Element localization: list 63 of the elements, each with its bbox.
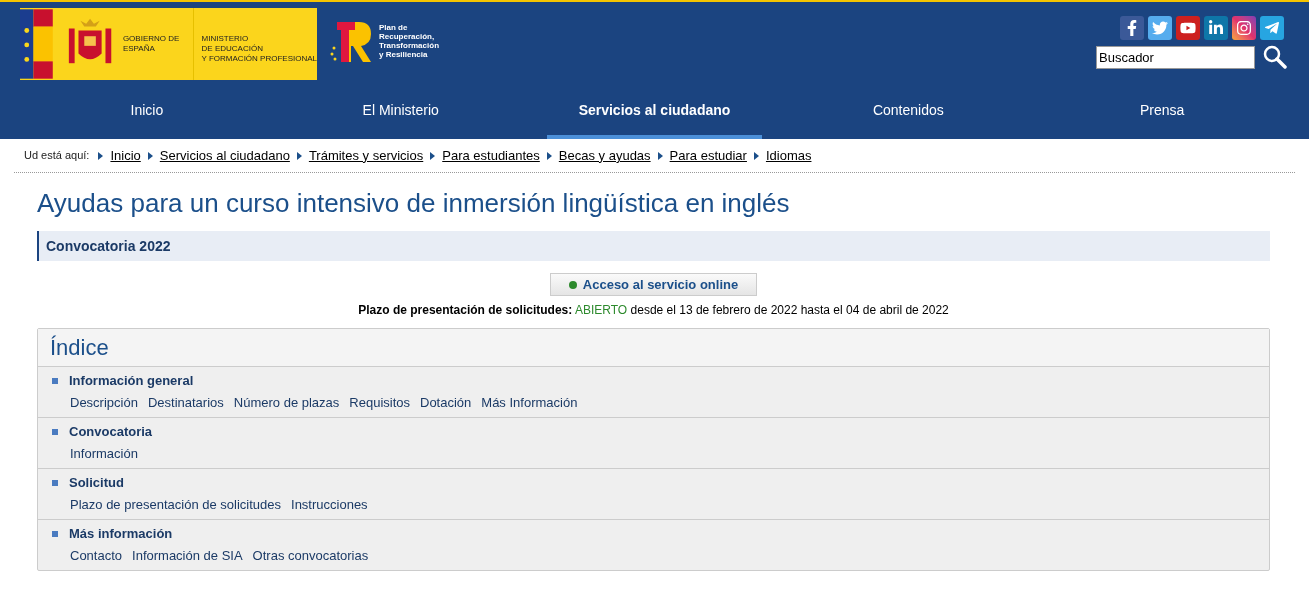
- nav-tab[interactable]: Inicio: [39, 94, 255, 139]
- deadline-text: Plazo de presentación de solicitudes: ABIERTO desde el 13 de febrero de 2022 hasta el 04 de abril de 2022: [358, 302, 949, 319]
- telegram-icon[interactable]: [1260, 16, 1284, 40]
- search-field[interactable]: Buscador: [1096, 45, 1255, 69]
- youtube-icon[interactable]: [1176, 16, 1200, 40]
- plan-name-line: y Resiliencia: [379, 50, 429, 59]
- section-heading: Información general: [69, 373, 194, 389]
- search-icon[interactable]: [1263, 45, 1287, 69]
- breadcrumb-label: Ud está aquí:: [24, 148, 90, 164]
- arrow-icon: [546, 151, 552, 160]
- section-heading: Solicitud: [69, 475, 124, 491]
- breadcrumb-link[interactable]: Idiomas: [765, 145, 812, 166]
- flag-stripe-drawing: [20, 8, 53, 80]
- index-link[interactable]: Número de plazas: [233, 395, 340, 411]
- breadcrumb-link[interactable]: Para estudiar: [669, 145, 747, 166]
- subtitle-bar: Convocatoria 2022: [37, 231, 1270, 261]
- plan-name-line: Plan de: [379, 23, 409, 32]
- index-link[interactable]: Más Información: [481, 395, 578, 411]
- page-title: Ayudas para un curso intensivo de inmersión lingüística en inglés: [37, 187, 791, 219]
- bullet-icon: [52, 378, 58, 384]
- index-link[interactable]: Requisitos: [349, 395, 410, 411]
- arrow-icon: [147, 151, 153, 160]
- arrow-icon: [430, 151, 436, 160]
- instagram-icon[interactable]: [1232, 16, 1256, 40]
- index-link[interactable]: Información de SIA: [132, 548, 243, 564]
- index-link[interactable]: Descripción: [70, 395, 138, 411]
- online-service-button[interactable]: Acceso al servicio online: [549, 273, 758, 296]
- arrow-icon: [98, 151, 104, 160]
- breadcrumb-link[interactable]: Becas y ayudas: [558, 145, 651, 166]
- twitter-icon[interactable]: [1148, 16, 1172, 40]
- facebook-icon[interactable]: [1120, 16, 1144, 40]
- breadcrumb-link[interactable]: Para estudiantes: [442, 145, 540, 166]
- arrow-icon: [753, 151, 759, 160]
- arrow-icon: [657, 151, 663, 160]
- index-link[interactable]: Dotación: [420, 395, 472, 411]
- index-link[interactable]: Destinatarios: [147, 395, 224, 411]
- breadcrumb-link[interactable]: Inicio: [110, 145, 141, 166]
- nav-tab[interactable]: El Ministerio: [292, 94, 509, 139]
- index-link[interactable]: Otras convocatorias: [252, 548, 369, 564]
- ministry-name-line: Y FORMACIÓN PROFESIONAL: [201, 54, 317, 64]
- section-heading: Más información: [69, 526, 173, 542]
- government-logo[interactable]: GOBIERNO DE ESPAÑA MINISTERIO DE EDUCACIÓN Y FORMACIÓN PROFESIONAL: [20, 8, 317, 80]
- ministry-name-line: DE EDUCACIÓN: [201, 44, 264, 54]
- nav-tab[interactable]: Servicios al ciudadano: [546, 94, 763, 139]
- breadcrumb-link[interactable]: Trámites y servicios: [308, 145, 424, 166]
- index-link[interactable]: Contacto: [70, 548, 123, 564]
- arrow-icon: [296, 151, 302, 160]
- plan-name-line: Transformación: [379, 41, 439, 50]
- index-title: Índice: [38, 329, 1269, 367]
- nav-tab[interactable]: Prensa: [1054, 94, 1270, 139]
- bullet-icon: [52, 531, 58, 537]
- bullet-icon: [52, 480, 58, 486]
- index-link[interactable]: Información: [70, 446, 138, 462]
- linkedin-icon[interactable]: [1204, 16, 1228, 40]
- government-name: GOBIERNO DE ESPAÑA: [122, 34, 181, 55]
- index-link[interactable]: Instrucciones: [291, 497, 368, 513]
- index-link[interactable]: Plazo de presentación de solicitudes: [70, 497, 282, 513]
- section-heading: Convocatoria: [69, 424, 153, 440]
- ministry-name-line: MINISTERIO: [201, 34, 250, 44]
- plan-name-line: Recuperación,: [379, 32, 436, 41]
- bullet-icon: [52, 429, 58, 435]
- nav-tab[interactable]: Contenidos: [800, 94, 1017, 139]
- breadcrumb-link[interactable]: Servicios al ciudadano: [159, 145, 290, 166]
